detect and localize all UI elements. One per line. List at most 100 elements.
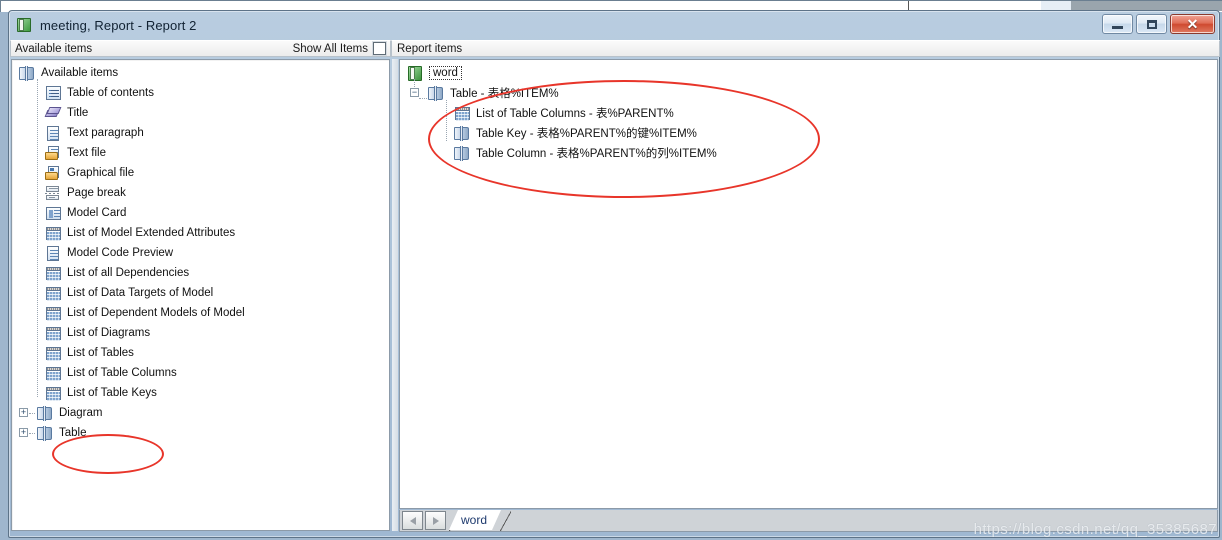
tree-item-label: List of Table Columns — [67, 367, 177, 379]
tree-item-graphical-file[interactable]: Graphical file — [12, 163, 389, 183]
tree-item-label: List of Table Keys — [67, 387, 157, 399]
tree-item-label: List of Tables — [67, 347, 134, 359]
tree-item-label: List of Data Targets of Model — [67, 287, 214, 299]
tree-item-label: Graphical file — [67, 167, 135, 179]
tree-item-list-of-table-columns[interactable]: List of Table Columns — [12, 363, 389, 383]
tree-item-label: List of Diagrams — [67, 327, 151, 339]
title-icon — [44, 106, 62, 121]
panel-splitter[interactable] — [392, 59, 398, 531]
tree-item-text-paragraph[interactable]: Text paragraph — [12, 123, 389, 143]
tree-item-label: Title — [67, 107, 89, 119]
tree-item-title[interactable]: Title — [12, 103, 389, 123]
expand-expander-table[interactable]: + — [19, 428, 28, 437]
maximize-icon — [1146, 19, 1157, 29]
report-items-header: Report items — [391, 40, 1220, 57]
show-all-items-checkbox[interactable] — [373, 42, 386, 55]
tree-item-label: Model Code Preview — [67, 247, 174, 259]
tree-item-list-of-tables[interactable]: List of Tables — [12, 343, 389, 363]
tab-next-button[interactable] — [425, 511, 446, 530]
tree-item-list-of-data-targets-of-model[interactable]: List of Data Targets of Model — [12, 283, 389, 303]
books-icon — [19, 65, 36, 81]
chevron-right-icon — [432, 516, 439, 525]
report-items-panel[interactable]: word − Table - 表格%ITEM% List of Table Co… — [399, 59, 1218, 509]
tree-item-label: List of all Dependencies — [67, 267, 190, 279]
available-items-panel[interactable]: Available items Table of contents Title Te… — [11, 59, 390, 531]
report-item-label: List of Table Columns - 表%PARENT% — [476, 108, 674, 120]
report-item-0[interactable]: List of Table Columns - 表%PARENT% — [400, 103, 1217, 123]
books-icon — [428, 85, 445, 101]
tree-item-list-of-all-dependencies[interactable]: List of all Dependencies — [12, 263, 389, 283]
expand-expander-diagram[interactable]: + — [19, 408, 28, 417]
grid-list-icon — [45, 226, 62, 241]
tree-item-list-of-model-extended-attributes[interactable]: List of Model Extended Attributes — [12, 223, 389, 243]
tree-node-label: Available items — [41, 67, 119, 79]
available-items-children[interactable]: Table of contents Title Text paragraph Text… — [12, 83, 389, 403]
tab-word[interactable]: word — [449, 510, 501, 530]
report-item-1[interactable]: Table Key - 表格%PARENT%的键%ITEM% — [400, 123, 1217, 143]
tree-item-page-break[interactable]: Page break — [12, 183, 389, 203]
tab-label: word — [461, 513, 488, 527]
minimize-button[interactable] — [1102, 14, 1133, 34]
maximize-button[interactable] — [1136, 14, 1167, 34]
books-icon — [454, 145, 471, 161]
report-window: meeting, Report - Report 2 ✕ Available i… — [8, 10, 1220, 538]
graphical-file-icon — [45, 165, 62, 181]
grid-list-icon — [45, 346, 62, 361]
tab-prev-button[interactable] — [402, 511, 423, 530]
toc-icon — [45, 85, 62, 101]
tree-item-label: Model Card — [67, 207, 127, 219]
books-icon — [454, 125, 471, 141]
available-items-header: Available items Show All Items — [10, 40, 391, 57]
tree-group-label: Diagram — [59, 407, 103, 419]
collapse-expander-table[interactable]: − — [410, 88, 419, 97]
grid-list-icon — [45, 326, 62, 341]
tree-item-list-of-diagrams[interactable]: List of Diagrams — [12, 323, 389, 343]
tree-item-label: List of Model Extended Attributes — [67, 227, 236, 239]
tree-item-model-card[interactable]: Model Card — [12, 203, 389, 223]
green-book-icon — [16, 17, 32, 33]
tree-node-word-root[interactable]: word — [400, 63, 1217, 83]
document-icon — [45, 125, 62, 141]
tree-item-text-file[interactable]: Text file — [12, 143, 389, 163]
window-title: meeting, Report - Report 2 — [40, 17, 197, 33]
tree-item-list-of-table-keys[interactable]: List of Table Keys — [12, 383, 389, 403]
chevron-left-icon — [409, 516, 416, 525]
grid-list-icon — [45, 286, 62, 301]
report-item-2[interactable]: Table Column - 表格%PARENT%的列%ITEM% — [400, 143, 1217, 163]
tree-item-list-of-dependent-models-of-model[interactable]: List of Dependent Models of Model — [12, 303, 389, 323]
report-items-tree[interactable]: word − Table - 表格%ITEM% List of Table Co… — [400, 60, 1217, 163]
available-items-groups[interactable]: + Diagram + Table — [12, 403, 389, 443]
grid-list-icon — [45, 366, 62, 381]
tree-group-table[interactable]: + Table — [12, 423, 389, 443]
tree-group-label: Table — [59, 427, 87, 439]
model-card-icon — [45, 206, 62, 221]
tree-node-label: Table - 表格%ITEM% — [450, 88, 559, 100]
books-icon — [37, 405, 54, 421]
report-item-label: Table Column - 表格%PARENT%的列%ITEM% — [476, 148, 717, 160]
tree-node-label: word — [429, 66, 462, 80]
tree-item-label: Page break — [67, 187, 126, 199]
tree-node-table[interactable]: − Table - 表格%ITEM% — [400, 83, 1217, 103]
page-break-icon — [45, 185, 62, 201]
window-button-group: ✕ — [1102, 14, 1215, 34]
close-icon: ✕ — [1186, 16, 1199, 32]
grid-list-icon — [454, 106, 471, 121]
tree-item-model-code-preview[interactable]: Model Code Preview — [12, 243, 389, 263]
available-items-caption: Available items — [15, 42, 93, 55]
tree-node-available-items[interactable]: Available items — [12, 63, 389, 83]
tree-item-table-of-contents[interactable]: Table of contents — [12, 83, 389, 103]
close-button[interactable]: ✕ — [1170, 14, 1215, 34]
text-file-icon — [45, 145, 62, 161]
tree-item-label: List of Dependent Models of Model — [67, 307, 245, 319]
available-items-tree[interactable]: Available items Table of contents Title Te… — [12, 60, 389, 443]
minimize-icon — [1112, 25, 1123, 29]
tree-group-diagram[interactable]: + Diagram — [12, 403, 389, 423]
table-children[interactable]: List of Table Columns - 表%PARENT% Table K… — [400, 103, 1217, 163]
show-all-items-label: Show All Items — [292, 42, 368, 55]
document-icon — [45, 245, 62, 261]
report-items-caption: Report items — [397, 42, 463, 55]
books-icon — [37, 425, 54, 441]
window-titlebar[interactable]: meeting, Report - Report 2 ✕ — [9, 11, 1219, 39]
grid-list-icon — [45, 306, 62, 321]
report-tabstrip[interactable]: word — [399, 510, 1218, 532]
